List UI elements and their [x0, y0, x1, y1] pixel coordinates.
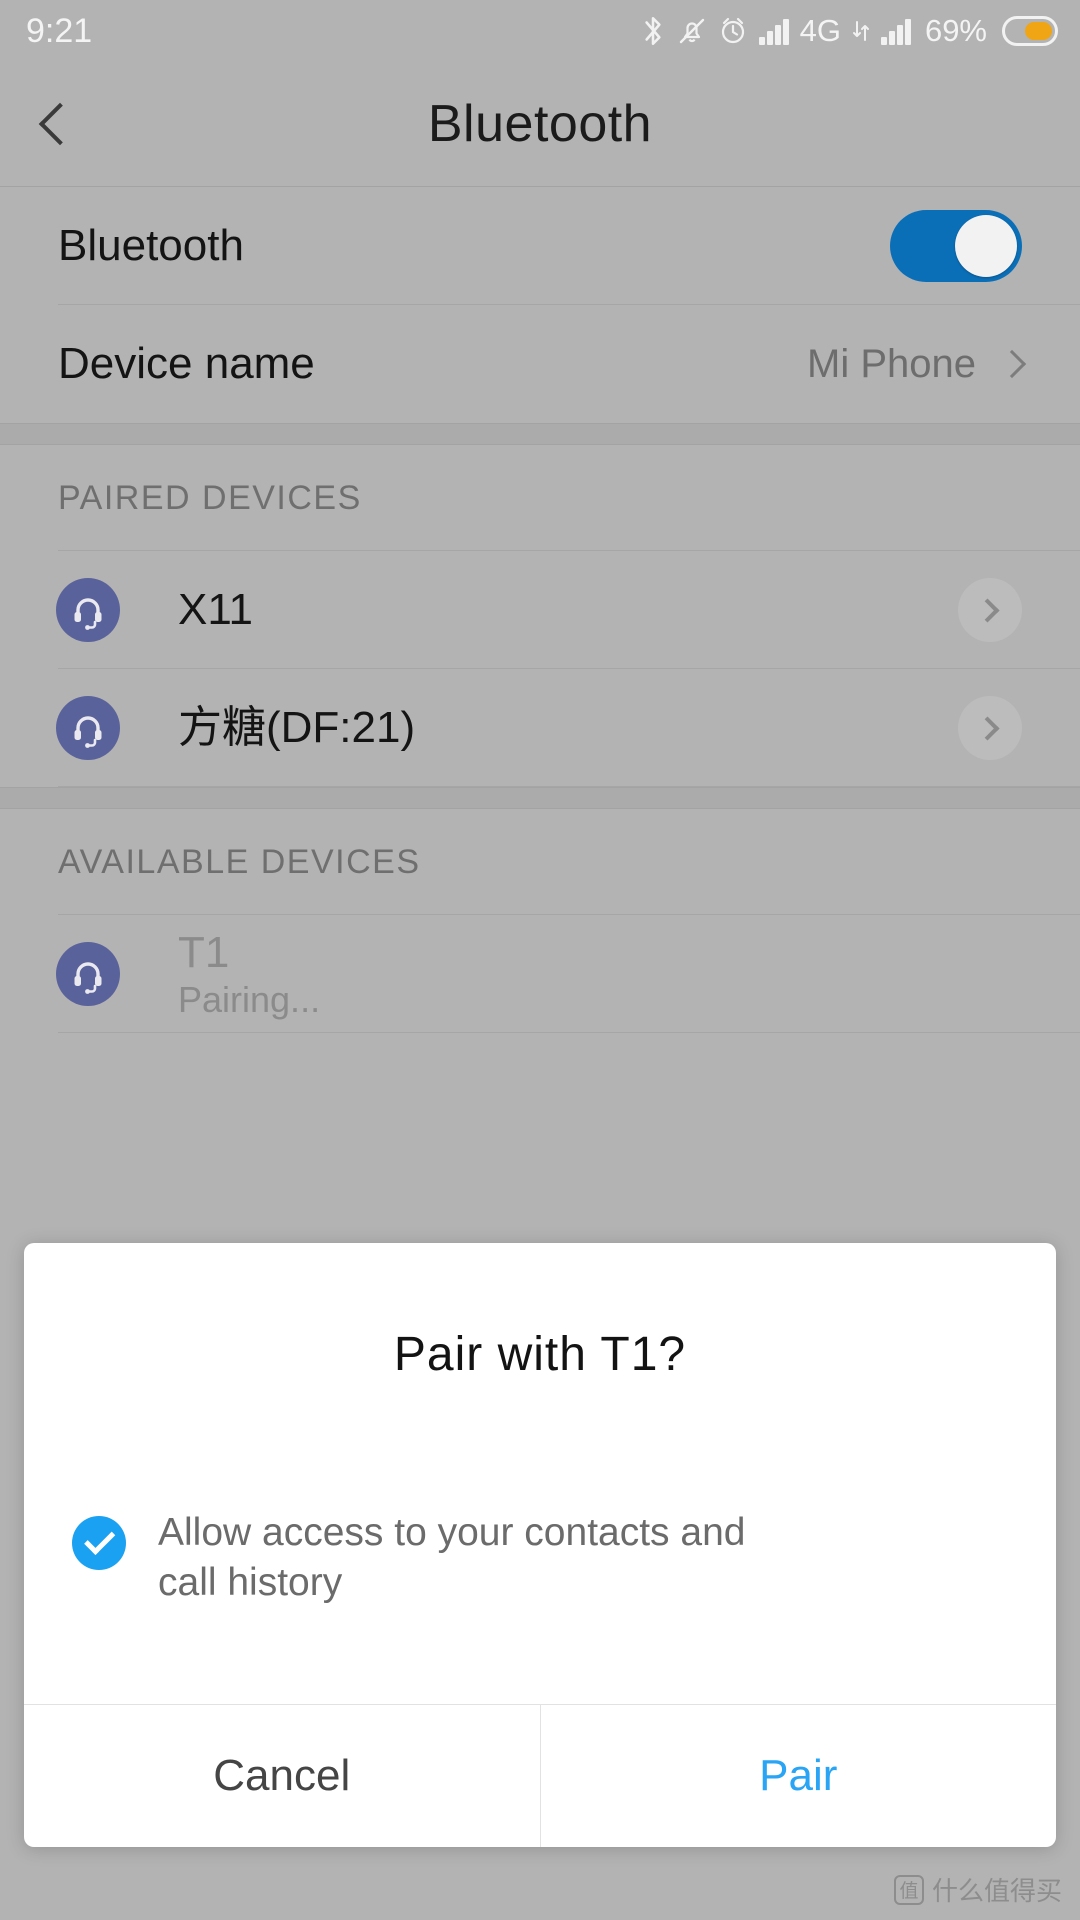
- dialog-title: Pair with T1?: [393, 1328, 687, 1381]
- chevron-right-icon: [997, 349, 1027, 379]
- available-devices-header-label: AVAILABLE DEVICES: [58, 842, 421, 881]
- paired-devices-header: PAIRED DEVICES: [0, 445, 1080, 551]
- bluetooth-toggle-label: Bluetooth: [58, 221, 244, 270]
- battery-percent-label: 69%: [924, 13, 987, 48]
- check-icon: [84, 1523, 116, 1556]
- device-name-value: Mi Phone: [807, 341, 976, 386]
- device-name-row[interactable]: Device name Mi Phone: [0, 305, 1080, 423]
- bluetooth-settings-group: Bluetooth Device name Mi Phone: [0, 187, 1080, 423]
- pair-button[interactable]: Pair: [541, 1705, 1057, 1847]
- bluetooth-toggle-row[interactable]: Bluetooth: [0, 187, 1080, 305]
- row-divider: [58, 1032, 1080, 1033]
- section-separator: [0, 423, 1080, 445]
- status-bar-clock: 9:21: [26, 11, 93, 50]
- pair-dialog: Pair with T1? Allow access to your conta…: [24, 1243, 1056, 1847]
- watermark-logo-icon: 值: [893, 1874, 924, 1905]
- device-name: X11: [178, 585, 254, 635]
- paired-devices-header-label: PAIRED DEVICES: [58, 478, 362, 517]
- watermark-text: 什么值得买: [931, 1876, 1062, 1906]
- list-item[interactable]: X11: [0, 551, 1080, 669]
- network-type-label: 4G: [799, 13, 841, 48]
- cancel-button[interactable]: Cancel: [24, 1705, 540, 1847]
- bluetooth-toggle-switch[interactable]: [890, 210, 1022, 282]
- headset-icon: [56, 942, 120, 1006]
- alarm-icon: [718, 15, 748, 47]
- data-transfer-icon: [852, 18, 870, 44]
- battery-icon: [1002, 16, 1058, 46]
- device-name-label: Device name: [58, 339, 315, 388]
- device-status: Pairing...: [178, 978, 321, 1020]
- row-divider: [58, 786, 1080, 787]
- status-bar: 9:21 4G 69%: [0, 0, 1080, 62]
- device-settings-button[interactable]: [958, 696, 1022, 760]
- app-bar: Bluetooth: [0, 62, 1080, 187]
- list-item[interactable]: 方糖(DF:21): [0, 669, 1080, 787]
- list-item-text: T1 Pairing...: [178, 928, 320, 1021]
- chevron-right-icon: [975, 715, 1000, 741]
- dialog-body: Allow access to your contacts and call h…: [24, 1382, 1056, 1704]
- signal-bars-icon: [758, 17, 789, 45]
- contacts-access-label: Allow access to your contacts and call h…: [158, 1511, 746, 1604]
- toggle-knob: [955, 215, 1017, 277]
- signal-bars-icon-2: [880, 17, 911, 45]
- bluetooth-icon: [640, 14, 666, 48]
- headset-icon: [56, 696, 120, 760]
- silent-mode-icon: [677, 15, 707, 47]
- list-item[interactable]: T1 Pairing...: [0, 915, 1080, 1033]
- bluetooth-settings-screen: 9:21 4G 69% Bluetooth Bluetooth Device n…: [0, 0, 1080, 1920]
- available-devices-header: AVAILABLE DEVICES: [0, 809, 1080, 915]
- list-item-text: 方糖(DF:21): [178, 703, 415, 752]
- contacts-access-checkbox[interactable]: [72, 1516, 126, 1570]
- dialog-actions: Cancel Pair: [24, 1703, 1057, 1847]
- headset-icon: [56, 578, 120, 642]
- section-separator: [0, 787, 1080, 809]
- device-name: 方糖(DF:21): [178, 703, 416, 753]
- device-settings-button[interactable]: [958, 578, 1022, 642]
- list-item-text: X11: [178, 585, 253, 634]
- watermark: 值 什么值得买: [893, 1871, 1062, 1908]
- device-name: T1: [178, 927, 230, 977]
- page-title: Bluetooth: [427, 95, 653, 153]
- chevron-right-icon: [975, 597, 1000, 623]
